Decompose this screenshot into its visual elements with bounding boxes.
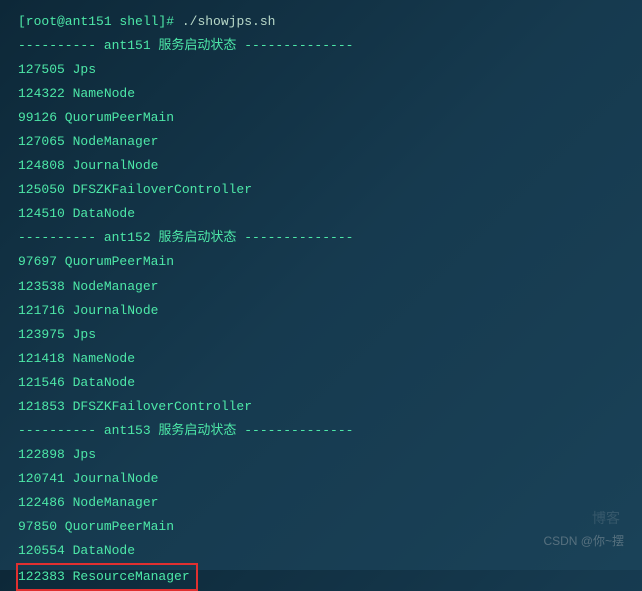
process-line: 123975 Jps bbox=[18, 323, 624, 347]
process-line: 99126 QuorumPeerMain bbox=[18, 106, 624, 130]
process-line: 124322 NameNode bbox=[18, 82, 624, 106]
process-line: 120554 DataNode bbox=[18, 539, 624, 563]
process-line: 122486 NodeManager bbox=[18, 491, 624, 515]
process-line-highlighted: 122383 ResourceManager bbox=[16, 563, 198, 591]
process-line: 121716 JournalNode bbox=[18, 299, 624, 323]
prompt-command: ./showjps.sh bbox=[182, 14, 276, 29]
process-line: 121418 NameNode bbox=[18, 347, 624, 371]
watermark-csdn: CSDN @你~摆 bbox=[543, 530, 624, 552]
section-header: ---------- ant153 服务启动状态 -------------- bbox=[18, 419, 624, 443]
process-line: 121853 DFSZKFailoverController bbox=[18, 395, 624, 419]
process-line: 127505 Jps bbox=[18, 58, 624, 82]
command-prompt-line: [root@ant151 shell]# ./showjps.sh bbox=[18, 10, 624, 34]
process-line: 123538 NodeManager bbox=[18, 275, 624, 299]
process-line: 120741 JournalNode bbox=[18, 467, 624, 491]
process-line: 125050 DFSZKFailoverController bbox=[18, 178, 624, 202]
process-line: 122898 Jps bbox=[18, 443, 624, 467]
process-line: 124510 DataNode bbox=[18, 202, 624, 226]
process-line: 127065 NodeManager bbox=[18, 130, 624, 154]
section-header: ---------- ant152 服务启动状态 -------------- bbox=[18, 226, 624, 250]
process-line: 124808 JournalNode bbox=[18, 154, 624, 178]
prompt-user-host: [root@ant151 shell]# bbox=[18, 14, 174, 29]
process-line: 121546 DataNode bbox=[18, 371, 624, 395]
process-line: 97850 QuorumPeerMain bbox=[18, 515, 624, 539]
process-line: 97697 QuorumPeerMain bbox=[18, 250, 624, 274]
watermark-secondary: 博客 bbox=[592, 506, 620, 532]
section-header: ---------- ant151 服务启动状态 -------------- bbox=[18, 34, 624, 58]
